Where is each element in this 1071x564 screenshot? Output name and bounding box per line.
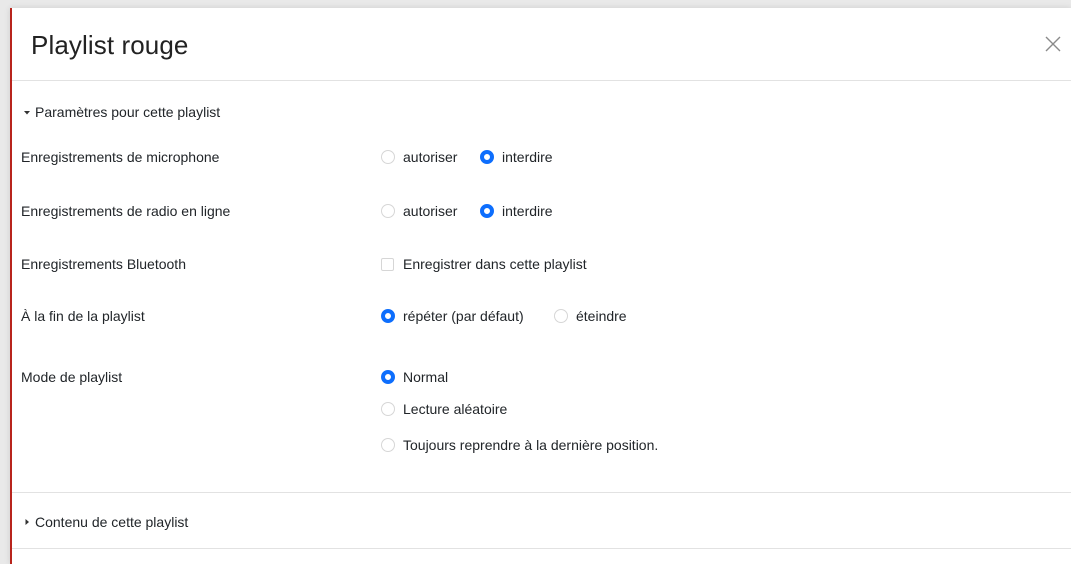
mode-resume-radio[interactable] [381,438,395,452]
settings-section-label: Paramètres pour cette playlist [35,104,221,120]
bluetooth-recordings-label: Enregistrements Bluetooth [21,256,186,272]
microphone-deny-label: interdire [502,149,553,165]
end-of-playlist-label: À la fin de la playlist [21,308,145,324]
content-section-label: Contenu de cette playlist [35,514,189,530]
radio-allow-label: autoriser [403,203,458,219]
mode-resume-label: Toujours reprendre à la dernière positio… [403,437,659,453]
end-shutdown-label: éteindre [576,308,627,324]
end-repeat-label: répéter (par défaut) [403,308,524,324]
settings-section-toggle[interactable]: Paramètres pour cette playlist [21,104,220,120]
bottom-divider [12,548,1071,549]
playlist-dialog: Playlist rouge Paramètres pour cette pla… [10,8,1071,564]
mode-resume-option[interactable]: Toujours reprendre à la dernière positio… [381,437,658,453]
end-repeat-radio[interactable] [381,309,395,323]
dialog-title: Playlist rouge [31,30,189,60]
mode-normal-option[interactable]: Normal [381,369,448,385]
microphone-allow-radio[interactable] [381,150,395,164]
caret-right-icon [21,516,33,528]
microphone-deny-radio[interactable] [480,150,494,164]
dialog-header: Playlist rouge [12,8,1071,81]
bluetooth-record-option[interactable]: Enregistrer dans cette playlist [381,256,587,272]
microphone-allow-option[interactable]: autoriser [381,149,457,165]
close-button[interactable] [1041,32,1065,56]
end-repeat-option[interactable]: répéter (par défaut) [381,308,524,324]
bluetooth-record-checkbox[interactable] [381,257,394,271]
mode-normal-radio[interactable] [381,370,395,384]
radio-allow-radio[interactable] [381,204,395,218]
content-section-toggle[interactable]: Contenu de cette playlist [21,514,188,530]
caret-down-icon [21,106,33,118]
microphone-allow-label: autoriser [403,149,458,165]
mode-shuffle-label: Lecture aléatoire [403,401,508,417]
mode-shuffle-radio[interactable] [381,402,395,416]
microphone-recordings-label: Enregistrements de microphone [21,149,220,165]
close-icon [1045,36,1061,52]
end-shutdown-option[interactable]: éteindre [554,308,627,324]
playlist-mode-label: Mode de playlist [21,369,123,385]
radio-deny-radio[interactable] [480,204,494,218]
end-shutdown-radio[interactable] [554,309,568,323]
microphone-deny-option[interactable]: interdire [480,149,553,165]
mode-shuffle-option[interactable]: Lecture aléatoire [381,401,507,417]
bluetooth-record-label: Enregistrer dans cette playlist [403,256,587,272]
section-divider [12,492,1071,493]
mode-normal-label: Normal [403,369,449,385]
online-radio-recordings-label: Enregistrements de radio en ligne [21,203,231,219]
radio-deny-label: interdire [502,203,553,219]
radio-deny-option[interactable]: interdire [480,203,553,219]
radio-allow-option[interactable]: autoriser [381,203,457,219]
